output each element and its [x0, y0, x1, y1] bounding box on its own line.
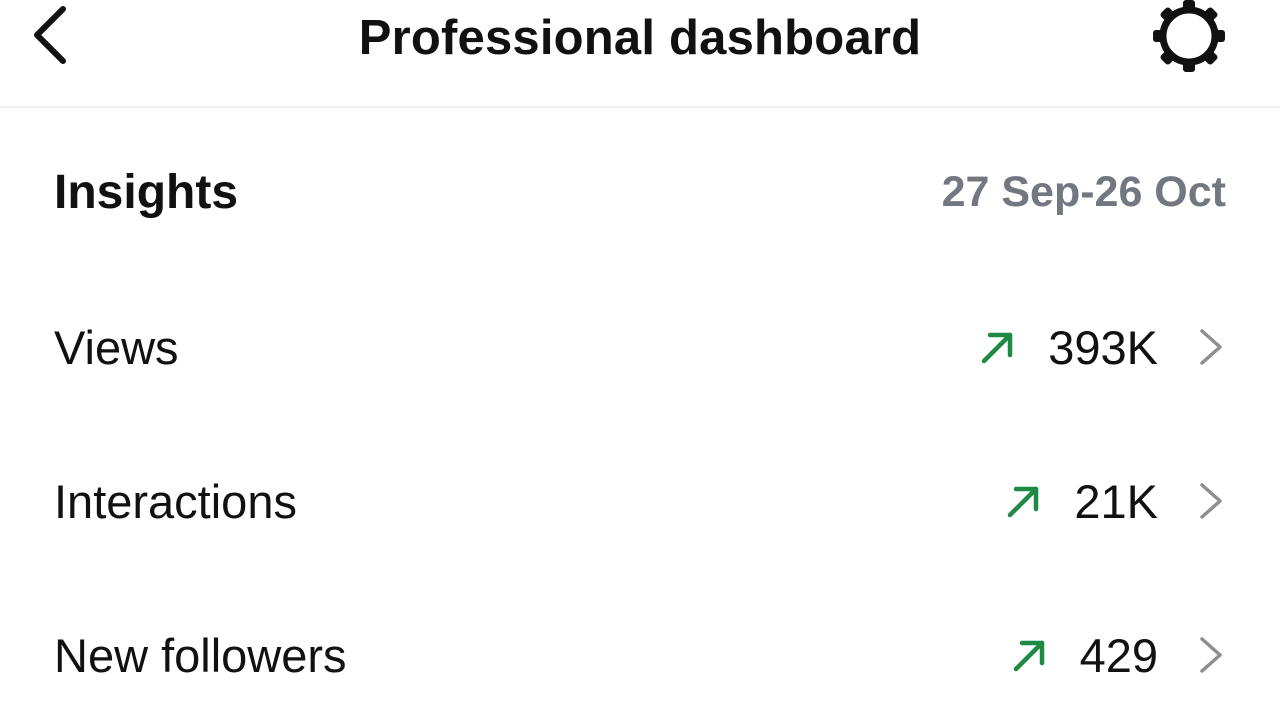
chevron-right-icon — [1196, 481, 1226, 521]
insights-header: Insights 27 Sep-26 Oct — [54, 160, 1226, 224]
insight-row-interactions[interactable]: Interactions 21K — [0, 446, 1280, 556]
top-bar: Professional dashboard — [0, 0, 1280, 108]
row-label: New followers — [54, 628, 347, 682]
row-label: Views — [54, 320, 179, 374]
trend-up-arrow-icon — [1004, 481, 1044, 521]
row-value: 393K — [1048, 320, 1158, 374]
insight-row-views[interactable]: Views 393K — [0, 292, 1280, 402]
section-title: Insights — [54, 165, 239, 219]
trend-up-arrow-icon — [978, 327, 1018, 367]
chevron-right-icon — [1196, 635, 1226, 675]
insight-row-new-followers[interactable]: New followers 429 — [0, 600, 1280, 710]
chevron-right-icon — [1196, 327, 1226, 367]
trend-up-arrow-icon — [1010, 635, 1050, 675]
row-label: Interactions — [54, 474, 297, 528]
row-value-group: 21K — [1004, 474, 1226, 529]
date-range[interactable]: 27 Sep-26 Oct — [942, 168, 1226, 217]
gear-icon — [1151, 0, 1227, 79]
row-value: 21K — [1074, 474, 1158, 528]
row-value-group: 429 — [1010, 628, 1226, 683]
row-value-group: 393K — [978, 320, 1226, 375]
page-title: Professional dashboard — [358, 11, 922, 65]
settings-button[interactable] — [1146, 0, 1232, 76]
row-value: 429 — [1079, 628, 1158, 682]
